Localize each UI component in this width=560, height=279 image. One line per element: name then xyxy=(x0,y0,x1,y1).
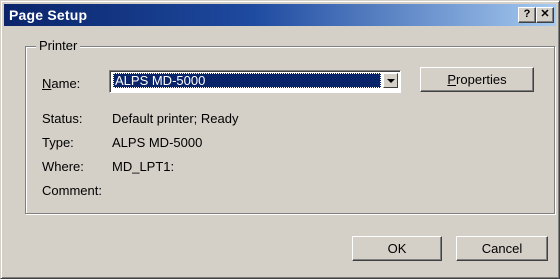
printer-group-label: Printer xyxy=(36,38,81,53)
dialog-title: Page Setup xyxy=(9,7,88,23)
printer-name-combobox[interactable]: ALPS MD-5000 xyxy=(109,70,401,93)
cancel-button[interactable]: Cancel xyxy=(456,236,548,261)
comment-label: Comment: xyxy=(42,183,102,198)
where-value: MD_LPT1: xyxy=(112,159,175,174)
close-icon: ✕ xyxy=(540,8,550,20)
status-value: Default printer; Ready xyxy=(112,111,239,126)
chevron-down-icon[interactable] xyxy=(383,73,398,88)
type-value: ALPS MD-5000 xyxy=(112,135,203,150)
close-button[interactable]: ✕ xyxy=(536,7,554,23)
help-icon: ? xyxy=(523,8,531,20)
title-bar[interactable]: Page Setup ? ✕ xyxy=(4,4,556,26)
properties-button[interactable]: Properties xyxy=(420,67,534,92)
name-label: Name: xyxy=(42,76,81,91)
help-button[interactable]: ? xyxy=(518,7,536,23)
status-label: Status: xyxy=(42,111,83,126)
ok-button[interactable]: OK xyxy=(352,236,442,261)
type-label: Type: xyxy=(42,135,74,150)
printer-name-value: ALPS MD-5000 xyxy=(113,73,381,88)
where-label: Where: xyxy=(42,159,84,174)
